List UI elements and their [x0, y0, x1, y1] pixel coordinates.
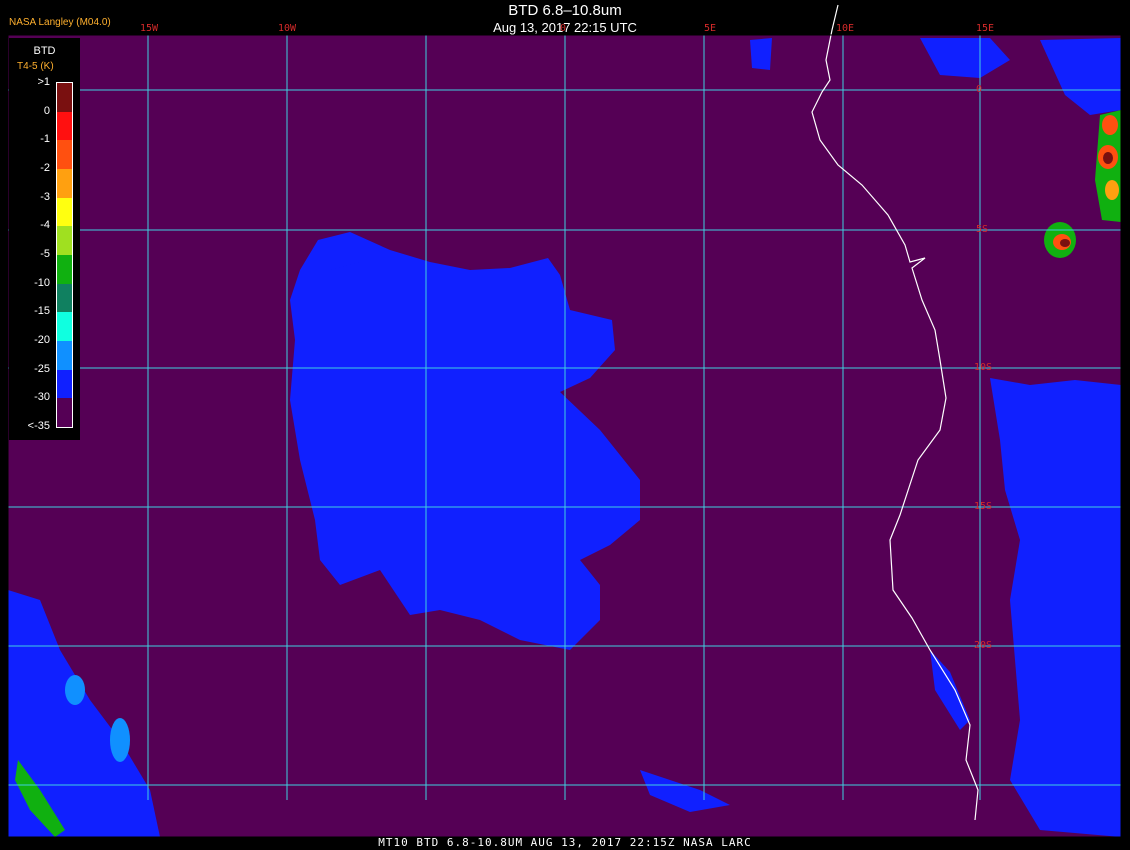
lon-label: 10E: [836, 23, 855, 34]
legend-swatch: [57, 111, 72, 141]
legend-units: T4-5 (K): [17, 61, 54, 72]
legend-label: -1: [40, 133, 50, 146]
legend-label: -10: [34, 276, 50, 289]
lon-label: 5E: [704, 23, 717, 34]
cloud-cell: [1102, 115, 1118, 135]
legend-label: -5: [40, 248, 50, 260]
lat-label: 10S: [974, 362, 993, 373]
cloud-cell: [65, 675, 85, 705]
legend-label: -4: [40, 219, 50, 232]
lon-label: 15E: [976, 23, 995, 34]
footer-caption: MT10 BTD 6.8-10.8UM AUG 13, 2017 22:15Z …: [378, 836, 752, 849]
legend-swatch: [57, 169, 72, 198]
cloud-cell: [1060, 239, 1070, 247]
legend-swatch: [57, 83, 72, 112]
legend-label: 0: [43, 104, 50, 117]
cloud-cell: [1103, 152, 1113, 164]
legend-swatch: [57, 341, 72, 370]
satellite-map: [7, 4, 1122, 838]
color-legend: BTD T4-5 (K) >1 0 -1 -2 -3 -4 -5 -10 -15 -20 -25 -3…: [9, 38, 80, 440]
legend-label: >1: [37, 76, 50, 88]
legend-label: -15: [34, 305, 50, 318]
lat-label: 5S: [976, 224, 989, 235]
cloud-cell: [110, 718, 130, 762]
legend-label: -20: [34, 334, 50, 346]
lat-label: 20S: [974, 640, 993, 651]
lon-label: 10W: [278, 23, 297, 34]
legend-swatch: [57, 398, 72, 428]
legend-swatch: [57, 283, 72, 313]
legend-title: BTD: [33, 45, 56, 57]
legend-label: -2: [40, 162, 50, 174]
cloud-cell: [1105, 180, 1119, 200]
chart-title: BTD 6.8–10.8um: [508, 2, 622, 19]
legend-swatch: [57, 226, 72, 256]
legend-swatch: [57, 255, 72, 284]
lat-label: 15S: [974, 501, 993, 512]
legend-label: -30: [34, 391, 50, 404]
legend-label: -25: [34, 362, 50, 375]
lat-label: 0: [976, 84, 983, 95]
credit-label: NASA Langley (M04.0): [9, 17, 111, 28]
legend-swatch: [57, 312, 72, 342]
legend-label: -3: [40, 190, 50, 203]
cloud-speck: [750, 38, 772, 70]
legend-colorbar: [56, 82, 73, 428]
legend-swatch: [57, 369, 72, 399]
legend-swatch: [57, 197, 72, 227]
legend-swatch: [57, 140, 72, 170]
legend-label: <-35: [27, 420, 50, 432]
lon-label: 0: [560, 23, 567, 34]
lon-label: 15W: [140, 23, 159, 34]
